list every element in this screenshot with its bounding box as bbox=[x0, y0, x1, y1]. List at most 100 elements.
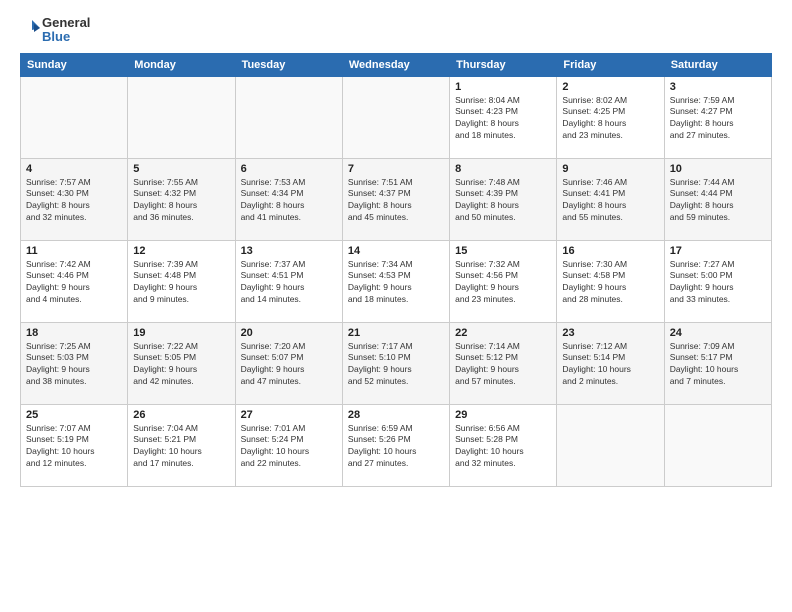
day-number: 28 bbox=[348, 409, 444, 421]
day-info: Sunrise: 7:55 AMSunset: 4:32 PMDaylight:… bbox=[133, 177, 229, 225]
day-info: Sunrise: 7:25 AMSunset: 5:03 PMDaylight:… bbox=[26, 341, 122, 389]
day-number: 17 bbox=[670, 245, 766, 257]
day-info: Sunrise: 7:32 AMSunset: 4:56 PMDaylight:… bbox=[455, 259, 551, 307]
day-info: Sunrise: 8:04 AMSunset: 4:23 PMDaylight:… bbox=[455, 95, 551, 143]
day-info: Sunrise: 7:20 AMSunset: 5:07 PMDaylight:… bbox=[241, 341, 337, 389]
calendar-cell: 23Sunrise: 7:12 AMSunset: 5:14 PMDayligh… bbox=[557, 322, 664, 404]
day-number: 11 bbox=[26, 245, 122, 257]
calendar-cell: 8 Sunrise: 7:48 AMSunset: 4:39 PMDaylight… bbox=[450, 158, 557, 240]
day-number: 6 bbox=[241, 163, 337, 175]
calendar-cell: 13 Sunrise: 7:37 AMSunset: 4:51 PMDayligh… bbox=[235, 240, 342, 322]
day-info: Sunrise: 7:01 AMSunset: 5:24 PMDaylight:… bbox=[241, 423, 337, 471]
weekday-header: Saturday bbox=[664, 53, 771, 76]
day-number: 19 bbox=[133, 327, 229, 339]
calendar-cell: 12 Sunrise: 7:39 AMSunset: 4:48 PMDayligh… bbox=[128, 240, 235, 322]
day-info: Sunrise: 7:22 AMSunset: 5:05 PMDaylight:… bbox=[133, 341, 229, 389]
calendar-cell: 14Sunrise: 7:34 AMSunset: 4:53 PMDayligh… bbox=[342, 240, 449, 322]
day-number: 22 bbox=[455, 327, 551, 339]
day-info: Sunrise: 8:02 AMSunset: 4:25 PMDaylight:… bbox=[562, 95, 658, 143]
calendar-cell: 4 Sunrise: 7:57 AMSunset: 4:30 PMDaylight… bbox=[21, 158, 128, 240]
calendar-cell: 25Sunrise: 7:07 AMSunset: 5:19 PMDayligh… bbox=[21, 404, 128, 486]
day-info: Sunrise: 7:07 AMSunset: 5:19 PMDaylight:… bbox=[26, 423, 122, 471]
day-number: 4 bbox=[26, 163, 122, 175]
day-number: 24 bbox=[670, 327, 766, 339]
page: General Blue SundayMondayTuesdayWednesda… bbox=[0, 0, 792, 612]
calendar-cell bbox=[21, 76, 128, 158]
weekday-header: Wednesday bbox=[342, 53, 449, 76]
calendar-cell bbox=[557, 404, 664, 486]
calendar-cell: 24 Sunrise: 7:09 AMSunset: 5:17 PMDayligh… bbox=[664, 322, 771, 404]
day-info: Sunrise: 7:09 AMSunset: 5:17 PMDaylight:… bbox=[670, 341, 766, 389]
weekday-header: Sunday bbox=[21, 53, 128, 76]
day-number: 20 bbox=[241, 327, 337, 339]
calendar-cell: 28 Sunrise: 6:59 AMSunset: 5:26 PMDayligh… bbox=[342, 404, 449, 486]
day-number: 2 bbox=[562, 81, 658, 93]
logo-text: General Blue bbox=[42, 16, 90, 45]
calendar-week-row: 18 Sunrise: 7:25 AMSunset: 5:03 PMDayligh… bbox=[21, 322, 772, 404]
day-info: Sunrise: 7:04 AMSunset: 5:21 PMDaylight:… bbox=[133, 423, 229, 471]
day-number: 1 bbox=[455, 81, 551, 93]
calendar-cell: 29Sunrise: 6:56 AMSunset: 5:28 PMDayligh… bbox=[450, 404, 557, 486]
day-number: 9 bbox=[562, 163, 658, 175]
calendar-cell: 19 Sunrise: 7:22 AMSunset: 5:05 PMDayligh… bbox=[128, 322, 235, 404]
weekday-header: Tuesday bbox=[235, 53, 342, 76]
day-number: 13 bbox=[241, 245, 337, 257]
day-number: 29 bbox=[455, 409, 551, 421]
day-number: 7 bbox=[348, 163, 444, 175]
day-info: Sunrise: 7:46 AMSunset: 4:41 PMDaylight:… bbox=[562, 177, 658, 225]
calendar-cell: 20 Sunrise: 7:20 AMSunset: 5:07 PMDayligh… bbox=[235, 322, 342, 404]
day-info: Sunrise: 7:14 AMSunset: 5:12 PMDaylight:… bbox=[455, 341, 551, 389]
day-number: 18 bbox=[26, 327, 122, 339]
calendar-cell: 17 Sunrise: 7:27 AMSunset: 5:00 PMDayligh… bbox=[664, 240, 771, 322]
calendar-cell bbox=[128, 76, 235, 158]
calendar-cell: 21Sunrise: 7:17 AMSunset: 5:10 PMDayligh… bbox=[342, 322, 449, 404]
day-number: 16 bbox=[562, 245, 658, 257]
day-info: Sunrise: 7:57 AMSunset: 4:30 PMDaylight:… bbox=[26, 177, 122, 225]
calendar-cell: 22 Sunrise: 7:14 AMSunset: 5:12 PMDayligh… bbox=[450, 322, 557, 404]
calendar-cell: 26 Sunrise: 7:04 AMSunset: 5:21 PMDayligh… bbox=[128, 404, 235, 486]
day-info: Sunrise: 7:48 AMSunset: 4:39 PMDaylight:… bbox=[455, 177, 551, 225]
day-info: Sunrise: 7:39 AMSunset: 4:48 PMDaylight:… bbox=[133, 259, 229, 307]
calendar-cell: 15 Sunrise: 7:32 AMSunset: 4:56 PMDayligh… bbox=[450, 240, 557, 322]
day-number: 10 bbox=[670, 163, 766, 175]
calendar-cell: 5 Sunrise: 7:55 AMSunset: 4:32 PMDaylight… bbox=[128, 158, 235, 240]
logo-bird-icon bbox=[20, 18, 40, 42]
calendar-cell: 6 Sunrise: 7:53 AMSunset: 4:34 PMDaylight… bbox=[235, 158, 342, 240]
day-number: 12 bbox=[133, 245, 229, 257]
calendar-cell: 27Sunrise: 7:01 AMSunset: 5:24 PMDayligh… bbox=[235, 404, 342, 486]
calendar-cell: 2 Sunrise: 8:02 AMSunset: 4:25 PMDaylight… bbox=[557, 76, 664, 158]
day-info: Sunrise: 7:42 AMSunset: 4:46 PMDaylight:… bbox=[26, 259, 122, 307]
day-info: Sunrise: 7:27 AMSunset: 5:00 PMDaylight:… bbox=[670, 259, 766, 307]
calendar-cell: 9 Sunrise: 7:46 AMSunset: 4:41 PMDaylight… bbox=[557, 158, 664, 240]
calendar-cell: 11 Sunrise: 7:42 AMSunset: 4:46 PMDayligh… bbox=[21, 240, 128, 322]
calendar-cell bbox=[342, 76, 449, 158]
calendar-cell: 16Sunrise: 7:30 AMSunset: 4:58 PMDayligh… bbox=[557, 240, 664, 322]
weekday-header: Monday bbox=[128, 53, 235, 76]
weekday-header: Thursday bbox=[450, 53, 557, 76]
day-number: 3 bbox=[670, 81, 766, 93]
calendar-cell: 18 Sunrise: 7:25 AMSunset: 5:03 PMDayligh… bbox=[21, 322, 128, 404]
logo-container: General Blue bbox=[20, 16, 90, 45]
calendar-week-row: 4 Sunrise: 7:57 AMSunset: 4:30 PMDaylight… bbox=[21, 158, 772, 240]
day-number: 21 bbox=[348, 327, 444, 339]
day-number: 8 bbox=[455, 163, 551, 175]
day-number: 23 bbox=[562, 327, 658, 339]
day-info: Sunrise: 6:59 AMSunset: 5:26 PMDaylight:… bbox=[348, 423, 444, 471]
calendar-week-row: 25Sunrise: 7:07 AMSunset: 5:19 PMDayligh… bbox=[21, 404, 772, 486]
day-number: 14 bbox=[348, 245, 444, 257]
calendar: SundayMondayTuesdayWednesdayThursdayFrid… bbox=[20, 53, 772, 487]
header: General Blue bbox=[20, 16, 772, 45]
calendar-week-row: 1 Sunrise: 8:04 AMSunset: 4:23 PMDaylight… bbox=[21, 76, 772, 158]
day-info: Sunrise: 7:44 AMSunset: 4:44 PMDaylight:… bbox=[670, 177, 766, 225]
day-number: 5 bbox=[133, 163, 229, 175]
calendar-cell: 7 Sunrise: 7:51 AMSunset: 4:37 PMDaylight… bbox=[342, 158, 449, 240]
day-info: Sunrise: 7:51 AMSunset: 4:37 PMDaylight:… bbox=[348, 177, 444, 225]
day-number: 26 bbox=[133, 409, 229, 421]
calendar-week-row: 11 Sunrise: 7:42 AMSunset: 4:46 PMDayligh… bbox=[21, 240, 772, 322]
day-number: 15 bbox=[455, 245, 551, 257]
calendar-cell: 1 Sunrise: 8:04 AMSunset: 4:23 PMDaylight… bbox=[450, 76, 557, 158]
logo-blue: Blue bbox=[42, 30, 90, 44]
calendar-cell: 10 Sunrise: 7:44 AMSunset: 4:44 PMDayligh… bbox=[664, 158, 771, 240]
day-info: Sunrise: 7:53 AMSunset: 4:34 PMDaylight:… bbox=[241, 177, 337, 225]
day-info: Sunrise: 7:37 AMSunset: 4:51 PMDaylight:… bbox=[241, 259, 337, 307]
